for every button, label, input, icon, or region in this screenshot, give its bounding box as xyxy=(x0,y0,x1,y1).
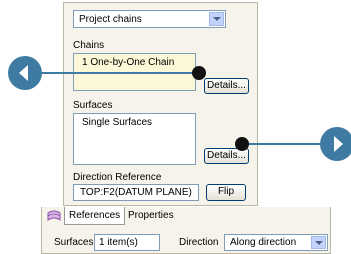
type-select[interactable]: Project chains xyxy=(73,10,226,28)
surface-wrap-icon xyxy=(47,209,61,222)
chevron-down-icon[interactable] xyxy=(209,12,224,26)
flip-button[interactable]: Flip xyxy=(206,184,246,201)
surfaces-label: Surfaces xyxy=(73,100,113,111)
chain-list-item[interactable]: 1 One-by-One Chain xyxy=(82,57,174,68)
direction-select[interactable]: Along direction xyxy=(224,234,328,251)
direction-select-value: Along direction xyxy=(230,237,297,248)
callout-line-right xyxy=(243,143,328,145)
chains-label: Chains xyxy=(73,40,105,51)
references-panel: Project chains Chains 1 One-by-One Chain… xyxy=(63,2,258,206)
dashboard-bar: References Properties Surfaces 1 item(s)… xyxy=(41,207,331,254)
surfaces-list[interactable]: Single Surfaces xyxy=(73,113,196,165)
direction-reference-label: Direction Reference xyxy=(73,172,162,183)
direction-reference-field[interactable]: TOP:F2(DATUM PLANE) xyxy=(73,184,199,201)
chevron-down-icon[interactable] xyxy=(311,236,326,249)
next-arrow-icon[interactable] xyxy=(320,127,351,161)
direction-label: Direction xyxy=(179,237,219,248)
tab-properties[interactable]: Properties xyxy=(128,210,174,221)
surfaces-collector-label: Surfaces xyxy=(54,237,94,248)
type-select-value: Project chains xyxy=(79,14,142,25)
previous-arrow-icon[interactable] xyxy=(8,56,42,90)
tab-references[interactable]: References xyxy=(64,207,126,225)
callout-dot-surfaces xyxy=(235,137,249,151)
chains-details-button[interactable]: Details... xyxy=(204,78,249,94)
surface-list-item[interactable]: Single Surfaces xyxy=(82,117,152,128)
surfaces-collector-field[interactable]: 1 item(s) xyxy=(94,234,160,251)
callout-line-left xyxy=(30,72,200,74)
callout-dot-chains xyxy=(192,66,206,80)
